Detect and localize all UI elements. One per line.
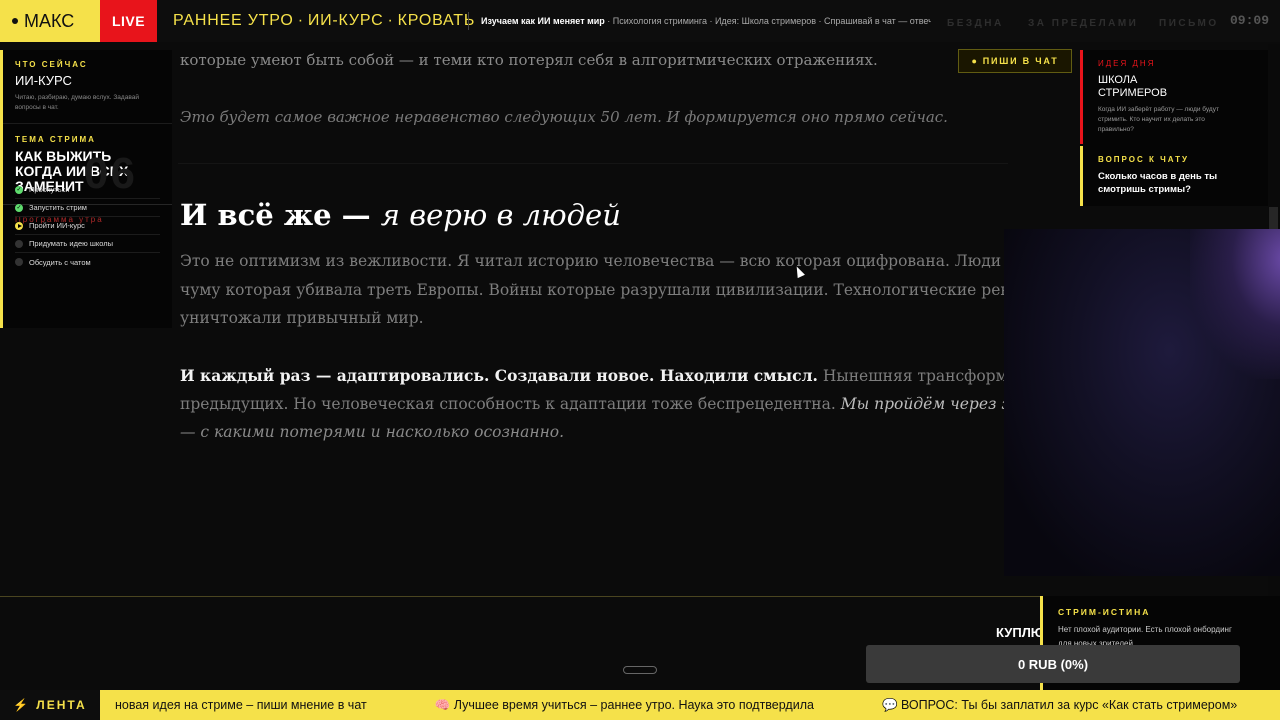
check-icon: ✓ (15, 185, 23, 194)
now-subtitle: Читаю, разбираю, думаю вслух. Задавай во… (15, 94, 139, 111)
program-item[interactable]: Пройти ИИ-курс (15, 217, 160, 235)
heading-emphasis: я верю в людей (380, 198, 621, 232)
now-title: ИИ-КУРС (15, 73, 72, 88)
paragraph-line: предыдущих. Но человеческая способность … (180, 395, 1006, 413)
article-italic-line: Это будет самое важное неравенство следу… (180, 108, 948, 126)
show-title-part: РАННЕЕ УТРО (173, 12, 294, 29)
section-divider (178, 163, 1008, 164)
clock: 09:09 (1230, 13, 1270, 28)
heading-main: И всё же — (180, 198, 381, 232)
program-list: ✓ Проснуться ✓ Запустить стрим Пройти ИИ-к… (15, 181, 160, 271)
program-item[interactable]: ✓ Проснуться (15, 181, 160, 199)
show-title-part: ИИ-КУРС (307, 12, 384, 29)
empty-circle-icon (15, 258, 23, 266)
donation-progress-bar: 0 RUB (0%) (866, 645, 1240, 683)
question-label: ВОПРОС К ЧАТУ (1098, 155, 1189, 164)
paragraph-italic: — с какими потерями и насколько осознанн… (180, 423, 565, 441)
nav-item-letter[interactable]: ПИСЬМО (1159, 18, 1219, 29)
article-heading: И всё же — я верю в людей (180, 198, 621, 232)
chat-button-label: ПИШИ В ЧАТ (982, 56, 1059, 66)
paragraph-italic: Мы пройдём через это. Вопрос в том (840, 395, 1006, 413)
program-item[interactable]: Обсудить с чатом (15, 253, 160, 271)
write-chat-button[interactable]: ● ПИШИ В ЧАТ (958, 49, 1072, 73)
paragraph-text: предыдущих. Но человеческая способность … (180, 395, 841, 413)
check-icon: ✓ (15, 203, 23, 212)
ticker-item: новая идея на стриме – пиши мнение в чат (115, 698, 367, 712)
idea-block: ИДЕЯ ДНЯ ШКОЛА СТРИМЕРОВ Когда ИИ заберё… (1080, 50, 1268, 144)
ticker-item: 💬 ВОПРОС: Ты бы заплатил за курс «Как ст… (881, 697, 1238, 712)
show-title: РАННЕЕ УТРО · ИИ-КУРС · КРОВАТЬ (173, 12, 475, 30)
ticker-label-text: ЛЕНТА (36, 698, 87, 712)
empty-circle-icon (15, 239, 23, 248)
right-panel: ИДЕЯ ДНЯ ШКОЛА СТРИМЕРОВ Когда ИИ заберё… (1080, 50, 1268, 206)
lightning-icon: ⚡ (13, 698, 31, 712)
nav-item-abyss[interactable]: БЕЗДНА (947, 18, 1004, 29)
program-item-label: Придумать идею школы (29, 239, 113, 248)
paragraph-bold: И каждый раз — адаптировались. Создавали… (180, 366, 818, 385)
now-block: ЧТО СЕЙЧАС ИИ-КУРС Читаю, разбираю, дума… (3, 60, 172, 113)
idea-title: ШКОЛА СТРИМЕРОВ (1098, 74, 1168, 99)
question-block: ВОПРОС К ЧАТУ Сколько часов в день ты см… (1080, 146, 1268, 206)
brand-dot-icon (12, 18, 18, 24)
news-ticker: ⚡ ЛЕНТА новая идея на стриме – пиши мнен… (0, 690, 1280, 720)
idea-subtitle: Когда ИИ заберёт работу — люди будут стр… (1098, 106, 1219, 133)
question-text: Сколько часов в день ты смотришь стримы? (1098, 171, 1218, 195)
idea-label: ИДЕЯ ДНЯ (1098, 59, 1156, 68)
topics-strip: Изучаем как ИИ меняет мир · Психология с… (481, 16, 931, 26)
program-item-label: Обсудить с чатом (29, 257, 91, 267)
brand-name: МАКС (24, 10, 75, 31)
program-item[interactable]: ✓ Запустить стрим (15, 199, 160, 217)
topic-label: ТЕМА СТРИМА (15, 135, 96, 144)
program-item-label: Проснуться (29, 185, 70, 194)
header-divider (468, 12, 469, 30)
program-item-label: Запустить стрим (29, 203, 87, 212)
paragraph-line: уничтожали привычный мир. (180, 309, 424, 327)
nav-item-beyond[interactable]: ЗА ПРЕДЕЛАМИ (1028, 18, 1138, 29)
progress-text: 0 RUB (0%) (1017, 656, 1089, 672)
live-badge: LIVE (100, 0, 157, 42)
paragraph-text: Нынешняя трансформация масштабнее (822, 367, 1006, 385)
show-title-separator: · (387, 12, 394, 29)
ticker-item: 🧠 Лучшее время учиться – раннее утро. На… (434, 697, 814, 712)
topic-list: · Психология стриминга · Идея: Школа стр… (604, 16, 931, 26)
webcam-video (1004, 229, 1280, 576)
show-title-separator: · (297, 12, 304, 29)
top-bar: МАКС LIVE РАННЕЕ УТРО · ИИ-КУРС · КРОВАТЬ Из… (0, 0, 1280, 42)
truth-label: СТРИМ-ИСТИНА (1058, 607, 1151, 617)
paragraph-line: — с какими потерями и насколько осознанн… (180, 423, 1006, 441)
video-light-spot (1190, 229, 1280, 379)
article-text-line: которые умеют быть собой — и теми кто по… (180, 51, 878, 69)
now-label: ЧТО СЕЙЧАС (15, 60, 88, 69)
scroll-handle-pill[interactable] (623, 666, 657, 674)
topic-current: Изучаем как ИИ меняет мир (481, 16, 605, 26)
ticker-track: новая идея на стриме – пиши мнение в чат… (115, 690, 1280, 720)
panel-divider (3, 123, 172, 124)
paragraph-line: Это не оптимизм из вежливости. Я читал и… (180, 252, 1006, 270)
ticker-label: ⚡ ЛЕНТА (0, 690, 100, 720)
show-title-part: КРОВАТЬ (397, 12, 476, 29)
paragraph-line: чуму которая убивала треть Европы. Войны… (180, 281, 1006, 299)
brand-logo[interactable]: МАКС (0, 0, 100, 42)
paragraph-line: И каждый раз — адаптировались. Создавали… (180, 366, 1006, 385)
play-icon (15, 221, 23, 230)
program-item[interactable]: Придумать идею школы (15, 235, 160, 253)
program-item-label: Пройти ИИ-курс (29, 221, 85, 230)
bullet-icon: ● (971, 56, 979, 66)
